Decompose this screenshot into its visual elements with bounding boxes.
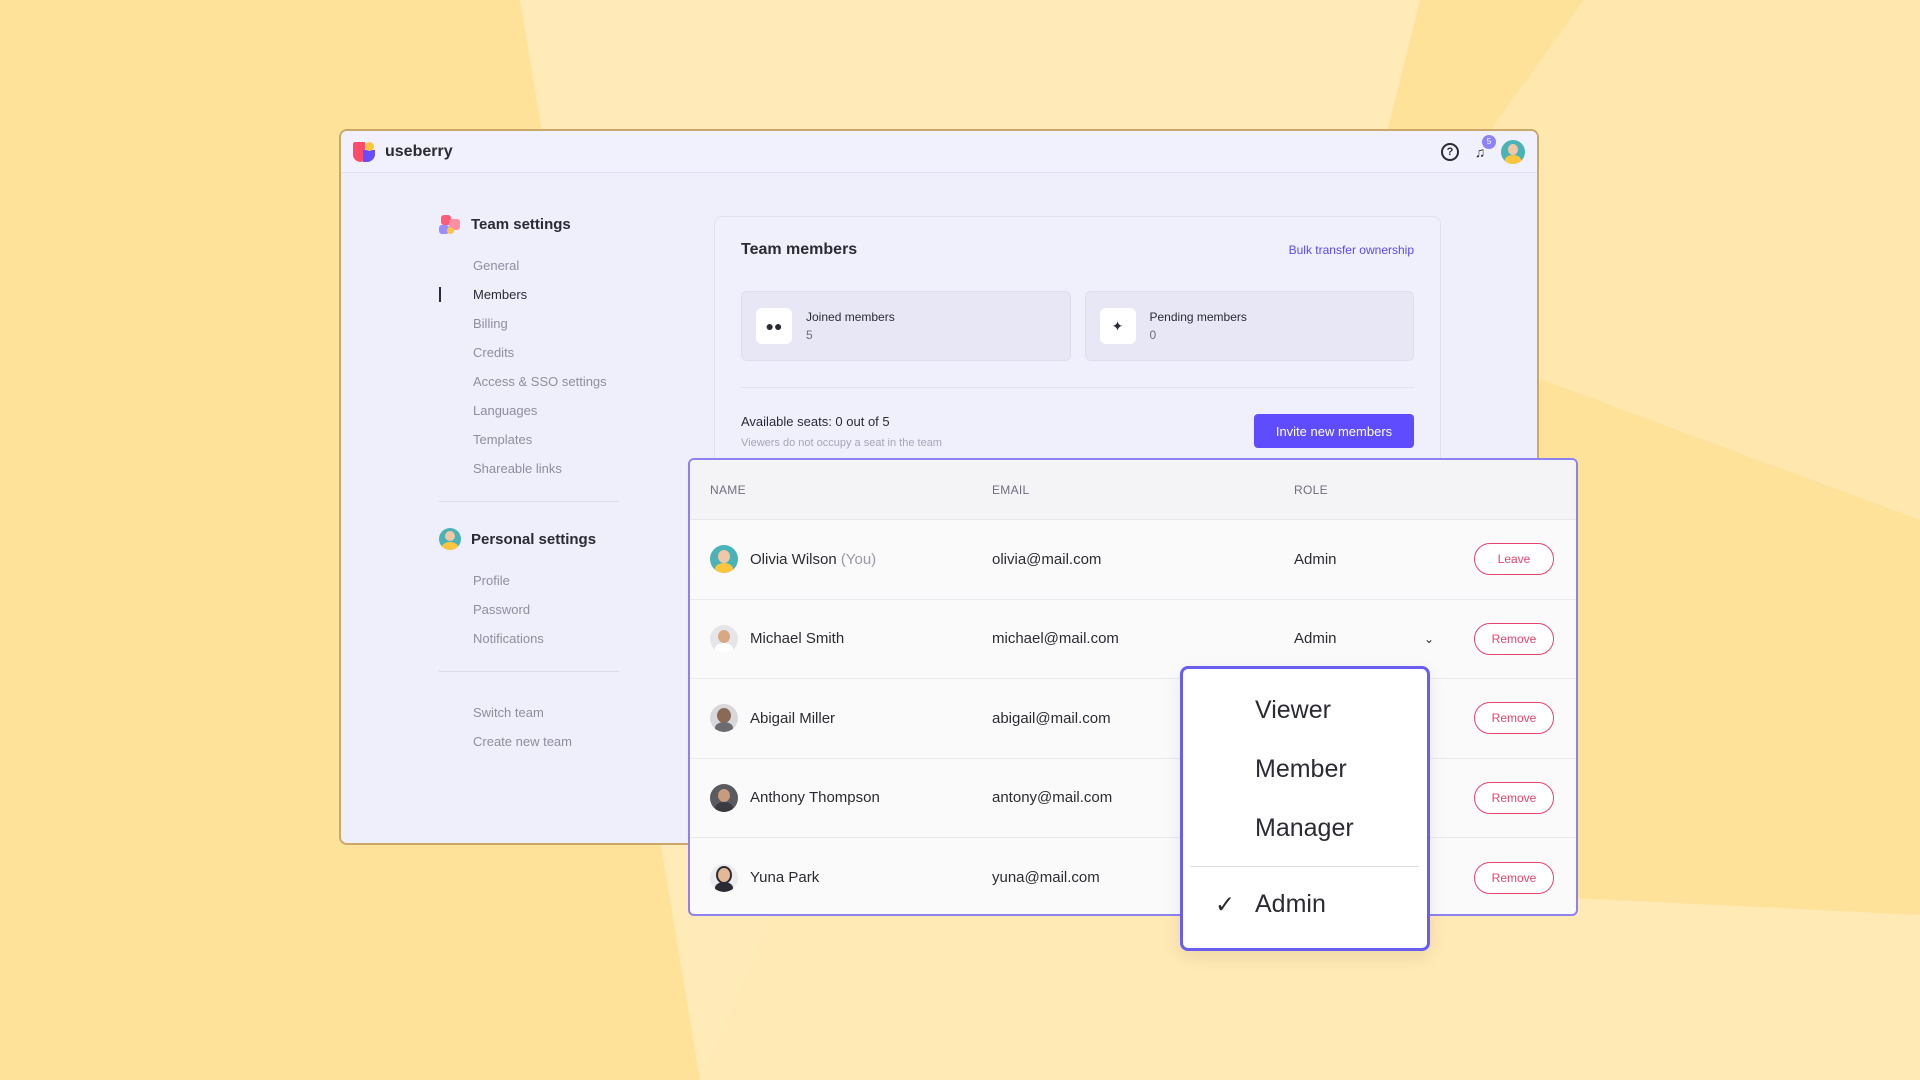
table-row: Olivia Wilson (You) olivia@mail.com Admi… — [690, 520, 1576, 600]
member-avatar — [710, 783, 738, 812]
user-avatar[interactable] — [1501, 139, 1525, 164]
member-role: Admin — [1294, 550, 1337, 568]
help-icon[interactable]: ? — [1441, 142, 1459, 161]
seats-note: Viewers do not occupy a seat in the team — [741, 437, 942, 449]
personal-avatar-icon — [439, 528, 461, 550]
group-icon: ●● — [756, 308, 792, 344]
members-table: NAME EMAIL ROLE Olivia Wilson (You) oliv… — [688, 458, 1578, 916]
member-name: Michael Smith — [750, 630, 845, 648]
member-role: Admin — [1294, 630, 1337, 648]
role-option-admin[interactable]: ✓ Admin — [1183, 875, 1427, 934]
card-divider — [741, 387, 1414, 388]
sidebar-item-templates[interactable]: Templates — [439, 425, 619, 454]
sidebar-divider — [439, 501, 619, 502]
sidebar-item-switch-team[interactable]: Switch team — [439, 698, 619, 727]
member-avatar — [710, 863, 738, 892]
notification-badge: 5 — [1482, 134, 1496, 149]
joined-members-stat: ●● Joined members 5 — [741, 291, 1071, 361]
joined-members-count: 5 — [806, 328, 813, 342]
member-avatar — [710, 704, 738, 733]
top-bar: useberry ? ♫ 5 — [341, 131, 1537, 173]
role-select[interactable]: Admin ⌄ — [1294, 630, 1454, 647]
pending-members-stat: ✦ Pending members 0 — [1084, 291, 1414, 361]
sidebar-item-general[interactable]: General — [439, 251, 619, 280]
invite-members-button[interactable]: Invite new members — [1254, 414, 1414, 448]
sidebar-item-create-team[interactable]: Create new team — [439, 727, 619, 756]
table-row: Abigail Miller abigail@mail.com Remove — [690, 679, 1576, 759]
member-email: olivia@mail.com — [992, 550, 1102, 568]
member-name: Olivia Wilson — [750, 550, 837, 568]
notifications-bell-icon[interactable]: ♫ 5 — [1471, 134, 1496, 161]
team-settings-icon — [439, 213, 461, 235]
table-header: NAME EMAIL ROLE — [690, 460, 1576, 520]
member-name: Abigail Miller — [750, 709, 836, 727]
check-icon: ✓ — [1215, 891, 1236, 918]
sidebar-item-password[interactable]: Password — [439, 595, 619, 624]
sidebar-item-members[interactable]: Members — [439, 280, 619, 309]
role-option-viewer[interactable]: Viewer — [1183, 681, 1427, 740]
sidebar-item-profile[interactable]: Profile — [439, 566, 619, 595]
role-dropdown-menu: Viewer Member Manager ✓ Admin — [1180, 666, 1430, 951]
remove-button[interactable]: Remove — [1474, 702, 1554, 735]
table-row: Michael Smith michael@mail.com Admin ⌄ R… — [690, 600, 1576, 679]
sidebar-item-shareable-links[interactable]: Shareable links — [439, 454, 619, 483]
pending-members-count: 0 — [1149, 328, 1157, 342]
dropdown-divider — [1191, 866, 1419, 867]
remove-button[interactable]: Remove — [1474, 861, 1554, 894]
member-avatar — [710, 545, 738, 574]
settings-sidebar: Team settings General Members Billing Cr… — [439, 213, 619, 756]
leave-button[interactable]: Leave — [1474, 543, 1554, 576]
table-row: Anthony Thompson antony@mail.com Remove — [690, 759, 1576, 838]
pending-icon: ✦ — [1099, 308, 1136, 344]
table-row: Yuna Park yuna@mail.com Remove — [690, 838, 1576, 914]
role-option-member[interactable]: Member — [1183, 740, 1427, 799]
sidebar-item-access-sso[interactable]: Access & SSO settings — [439, 367, 619, 396]
sidebar-divider — [439, 671, 619, 672]
member-name: Yuna Park — [750, 869, 820, 887]
member-avatar — [710, 624, 738, 653]
personal-settings-heading: Personal settings — [439, 528, 619, 550]
useberry-logo-icon[interactable] — [353, 140, 377, 164]
sidebar-item-credits[interactable]: Credits — [439, 338, 619, 367]
sidebar-item-languages[interactable]: Languages — [439, 396, 619, 425]
sidebar-item-notifications[interactable]: Notifications — [439, 624, 619, 653]
sidebar-item-billing[interactable]: Billing — [439, 309, 619, 338]
team-settings-heading: Team settings — [439, 213, 619, 235]
team-members-title: Team members — [741, 241, 858, 258]
chevron-down-icon[interactable]: ⌄ — [1424, 632, 1434, 646]
bulk-transfer-link[interactable]: Bulk transfer ownership — [1289, 243, 1414, 257]
brand-name: useberry — [385, 142, 453, 160]
member-name: Anthony Thompson — [750, 789, 880, 807]
role-option-manager[interactable]: Manager — [1183, 799, 1427, 858]
remove-button[interactable]: Remove — [1474, 781, 1554, 814]
top-actions: ? ♫ 5 — [1441, 134, 1525, 164]
available-seats: Available seats: 0 out of 5 — [741, 414, 890, 429]
you-tag: (You) — [840, 550, 877, 568]
remove-button[interactable]: Remove — [1474, 622, 1554, 655]
member-email: michael@mail.com — [992, 630, 1119, 648]
